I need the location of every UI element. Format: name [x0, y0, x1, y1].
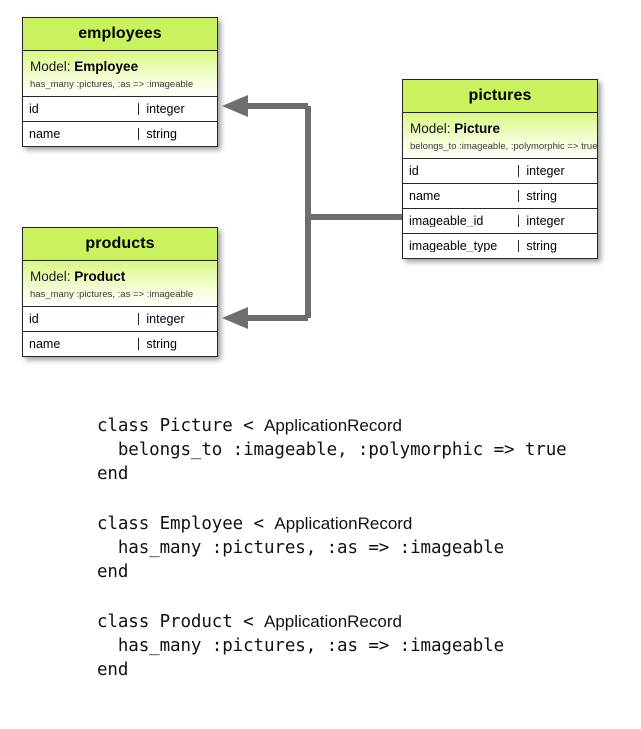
table-row: id integer — [403, 159, 597, 183]
entity-products-rows: id integer name string — [23, 307, 217, 356]
code-listing: class Picture < ApplicationRecord belong… — [97, 414, 617, 708]
column-name: id — [23, 312, 140, 326]
entity-pictures-model-sub: belongs_to :imageable, :polymorphic => t… — [410, 140, 598, 152]
code-block-product-class: class Product < ApplicationRecord has_ma… — [97, 610, 617, 682]
arrowhead-products-icon — [222, 307, 248, 329]
table-row: id integer — [23, 307, 217, 331]
code-block-picture-class: class Picture < ApplicationRecord belong… — [97, 414, 617, 486]
column-type: string — [146, 126, 177, 141]
entity-employees-rows: id integer name string — [23, 97, 217, 146]
entity-pictures[interactable]: pictures Model: Picture belongs_to :imag… — [402, 79, 598, 259]
entity-employees[interactable]: employees Model: Employee has_many :pict… — [22, 17, 218, 147]
column-type: integer — [526, 213, 565, 228]
entity-products-model-line: Model: Product — [30, 269, 210, 285]
column-name: imageable_id — [403, 214, 520, 228]
column-name: name — [23, 127, 140, 141]
entity-products-model-sub: has_many :pictures, :as => :imageable — [30, 288, 194, 300]
code-line: has_many :pictures, :as => :imageable — [97, 538, 504, 558]
code-text: class Product < — [97, 612, 264, 632]
table-row: name string — [23, 330, 217, 356]
code-text: class Picture < — [97, 416, 264, 436]
entity-products[interactable]: products Model: Product has_many :pictur… — [22, 227, 218, 357]
code-class-token: ApplicationRecord — [263, 612, 402, 631]
entity-pictures-model: Model: Picture belongs_to :imageable, :p… — [403, 113, 597, 159]
column-name: name — [23, 337, 140, 351]
code-line: end — [97, 464, 129, 484]
column-type: integer — [146, 311, 185, 326]
model-name: Picture — [454, 121, 501, 136]
column-type: string — [526, 238, 557, 253]
table-row: name string — [23, 120, 217, 146]
code-line: belongs_to :imageable, :polymorphic => t… — [97, 440, 567, 460]
table-row: id integer — [23, 97, 217, 121]
entity-pictures-rows: id integer name string imageable_id inte… — [403, 159, 597, 258]
model-label: Model: — [410, 121, 451, 136]
er-diagram: employees Model: Employee has_many :pict… — [0, 0, 641, 380]
table-row: imageable_id integer — [403, 207, 597, 233]
table-row: name string — [403, 182, 597, 208]
code-line: class Employee < ApplicationRecord — [97, 512, 617, 536]
column-type: string — [146, 336, 177, 351]
column-name: name — [403, 189, 520, 203]
code-class-token: ApplicationRecord — [263, 416, 402, 435]
entity-products-model: Model: Product has_many :pictures, :as =… — [23, 261, 217, 307]
model-label: Model: — [30, 59, 71, 74]
entity-employees-model: Model: Employee has_many :pictures, :as … — [23, 51, 217, 97]
entity-pictures-title: pictures — [403, 80, 597, 113]
column-type: integer — [146, 101, 185, 116]
model-name: Product — [74, 269, 126, 284]
code-line: has_many :pictures, :as => :imageable — [97, 636, 504, 656]
model-label: Model: — [30, 269, 71, 284]
code-line: class Picture < ApplicationRecord — [97, 414, 617, 438]
code-class-token: ApplicationRecord — [274, 514, 413, 533]
column-type: string — [526, 188, 557, 203]
model-name: Employee — [74, 59, 139, 74]
entity-pictures-model-line: Model: Picture — [410, 121, 590, 137]
code-block-employee-class: class Employee < ApplicationRecord has_m… — [97, 512, 617, 584]
arrowhead-employees-icon — [222, 95, 248, 117]
code-line: class Product < ApplicationRecord — [97, 610, 617, 634]
column-type: integer — [526, 163, 565, 178]
code-line: end — [97, 562, 129, 582]
entity-employees-model-sub: has_many :pictures, :as => :imageable — [30, 78, 194, 90]
column-name: id — [403, 164, 520, 178]
code-line: end — [97, 660, 129, 680]
column-name: id — [23, 102, 140, 116]
table-row: imageable_type string — [403, 232, 597, 258]
entity-products-title: products — [23, 228, 217, 261]
column-name: imageable_type — [403, 239, 520, 253]
entity-employees-model-line: Model: Employee — [30, 59, 210, 75]
code-text: class Employee < — [97, 514, 275, 534]
entity-employees-title: employees — [23, 18, 217, 51]
